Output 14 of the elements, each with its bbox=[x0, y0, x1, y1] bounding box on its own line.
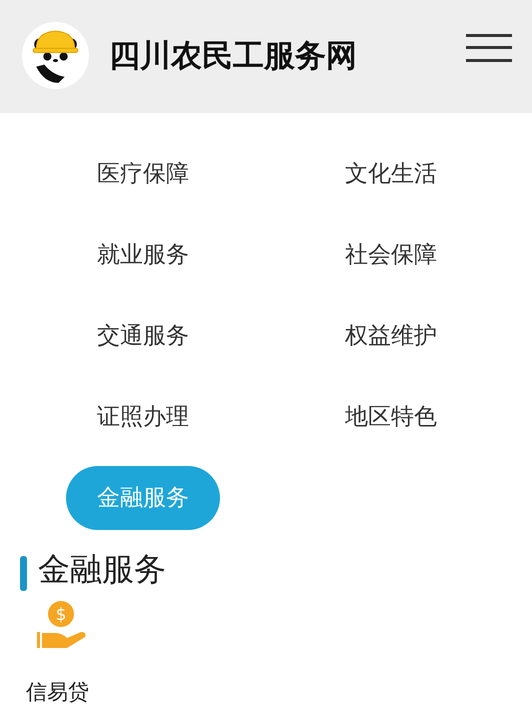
nav-link[interactable]: 就业服务 bbox=[66, 222, 220, 286]
heading-accent-bar bbox=[20, 556, 27, 590]
nav-link[interactable]: 文化生活 bbox=[314, 142, 468, 206]
nav-link[interactable]: 社会保障 bbox=[314, 222, 468, 286]
item-label[interactable]: 信易贷 bbox=[26, 678, 89, 706]
nav-link[interactable]: 医疗保障 bbox=[66, 142, 220, 206]
nav-link[interactable]: 地区特色 bbox=[314, 384, 468, 448]
nav-link[interactable]: 证照办理 bbox=[66, 384, 220, 448]
menu-icon[interactable] bbox=[466, 34, 512, 62]
nav-link[interactable]: 交通服务 bbox=[66, 304, 220, 368]
panda-logo-icon[interactable] bbox=[22, 22, 89, 89]
section-title: 金融服务 bbox=[38, 549, 166, 590]
nav-link[interactable]: 权益维护 bbox=[314, 304, 468, 368]
site-title: 四川农民工服务网 bbox=[109, 36, 358, 76]
